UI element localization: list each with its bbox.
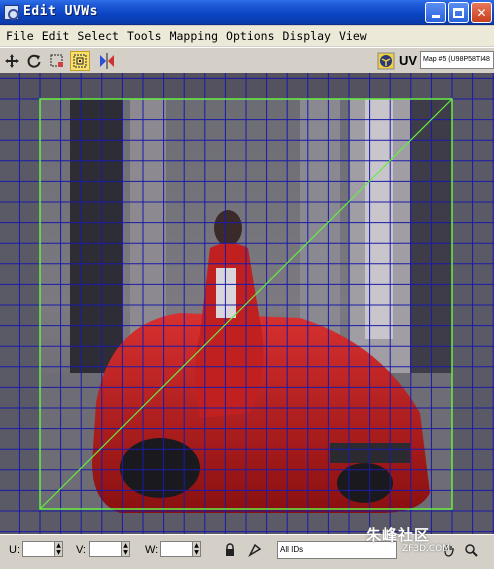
u-label: U: [9, 544, 20, 556]
maximize-icon [453, 7, 464, 18]
show-map-button[interactable] [375, 51, 397, 71]
lock-icon [226, 543, 234, 556]
checker-map-icon [377, 52, 395, 70]
filter-selected-faces-button[interactable] [246, 541, 264, 559]
u-spinner[interactable]: ▲ ▼ [54, 541, 63, 557]
minimize-icon [431, 15, 440, 18]
rotate-tool-button[interactable] [24, 51, 44, 71]
mirror-tool-button[interactable] [97, 51, 117, 71]
mirror-icon [100, 53, 114, 69]
w-spinner[interactable]: ▲ ▼ [192, 541, 201, 557]
w-input[interactable] [160, 541, 192, 557]
rotate-icon [27, 54, 41, 68]
minimize-button[interactable] [425, 2, 446, 23]
menu-tools[interactable]: Tools [123, 29, 166, 43]
maximize-button[interactable] [448, 2, 469, 23]
menu-display[interactable]: Display [279, 29, 335, 43]
toolbar: UV Map #5 (U98P58TI48 [0, 47, 494, 73]
menu-mapping[interactable]: Mapping [166, 29, 222, 43]
title-bar: Edit UVWs ✕ [0, 0, 494, 25]
window-title: Edit UVWs [23, 4, 98, 19]
move-icon [5, 54, 19, 68]
zoom-icon [465, 544, 478, 557]
freeform-icon [73, 54, 87, 68]
watermark-url: ZF3D.COM [402, 544, 450, 554]
uv-grid-overlay [0, 73, 494, 534]
scale-tool-button[interactable] [47, 51, 67, 71]
uv-mode-label[interactable]: UV [399, 53, 417, 68]
watermark-logo: 朱峰社区 [366, 526, 431, 544]
menu-view[interactable]: View [335, 29, 371, 43]
close-button[interactable]: ✕ [471, 2, 492, 23]
v-spinner[interactable]: ▲ ▼ [121, 541, 130, 557]
texture-map-dropdown[interactable]: Map #5 (U98P58TI48 [420, 51, 494, 69]
menu-bar: File Edit Select Tools Mapping Options D… [0, 26, 494, 46]
menu-select[interactable]: Select [73, 29, 123, 43]
zoom-button[interactable] [462, 541, 480, 559]
scale-icon [50, 54, 63, 67]
u-input[interactable] [22, 541, 54, 557]
w-label: W: [145, 544, 159, 556]
face-filter-icon [248, 543, 262, 557]
menu-file[interactable]: File [2, 29, 38, 43]
move-tool-button[interactable] [2, 51, 22, 71]
v-input[interactable] [89, 541, 121, 557]
close-icon: ✕ [476, 5, 487, 20]
uv-viewport[interactable] [0, 73, 494, 534]
menu-options[interactable]: Options [222, 29, 278, 43]
v-label: V: [76, 544, 86, 556]
menu-edit[interactable]: Edit [38, 29, 74, 43]
app-icon[interactable] [4, 5, 19, 20]
freeform-tool-button[interactable] [70, 51, 90, 71]
lock-selection-button[interactable] [221, 541, 239, 559]
